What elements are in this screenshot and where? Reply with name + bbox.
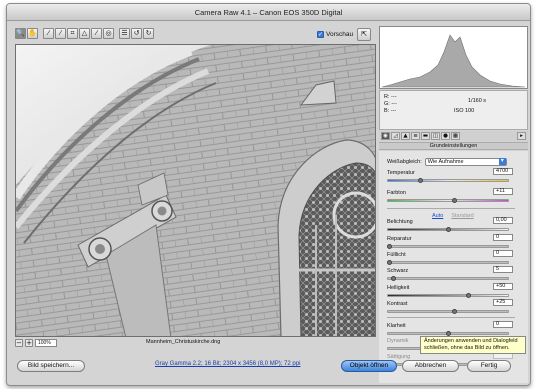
slider-label: Reparatur: [387, 236, 412, 242]
zoom-tool-icon[interactable]: 🔍: [15, 28, 26, 39]
slider-track[interactable]: [387, 294, 509, 297]
slider-value-field[interactable]: 5: [493, 266, 513, 273]
zoom-out-button[interactable]: −: [15, 339, 23, 347]
slider-track[interactable]: [387, 199, 509, 202]
slider-value-field[interactable]: 4700: [493, 168, 513, 175]
slider-label: Temperatur: [387, 170, 415, 176]
slider-label: Klarheit: [387, 323, 406, 329]
panel-tabs: ◉ ◿ ▲ ≡ ▬ ◫ ● ▦ ▸: [379, 131, 528, 141]
tab-detail-icon[interactable]: ▲: [401, 132, 410, 140]
histogram-graph: [380, 27, 527, 88]
done-button-tooltip: Änderungen anwenden und Dialogfeld schli…: [420, 336, 526, 354]
slider-track[interactable]: [387, 310, 509, 313]
red-readout: R: ---: [384, 94, 397, 100]
save-image-button[interactable]: Bild speichern...: [17, 360, 85, 372]
slider-thumb[interactable]: [452, 309, 458, 314]
church-facade-photo: [16, 45, 375, 336]
rotate-right-icon[interactable]: ↻: [143, 28, 154, 39]
slider-label: Fülllicht: [387, 252, 406, 258]
image-preview[interactable]: [15, 44, 376, 337]
white-balance-select[interactable]: Wie Aufnahme: [424, 158, 507, 166]
slider-label: Kontrast: [387, 301, 408, 307]
open-object-button[interactable]: Objekt öffnen: [341, 360, 397, 372]
histogram: [379, 26, 528, 89]
slider-value-field[interactable]: +25: [493, 299, 513, 306]
slider-track[interactable]: [387, 277, 509, 280]
blue-readout: B: ---: [384, 108, 397, 114]
cancel-button[interactable]: Abbrechen: [402, 360, 459, 372]
slider-value-field[interactable]: 0: [493, 234, 513, 241]
slider-thumb[interactable]: [452, 198, 458, 203]
red-eye-tool-icon[interactable]: ◎: [103, 28, 114, 39]
slider-thumb[interactable]: [417, 178, 423, 183]
shutter-speed: 1/160 s: [468, 98, 487, 104]
done-button[interactable]: Fertig: [467, 360, 511, 372]
tab-basic-icon[interactable]: ◉: [381, 132, 390, 140]
green-readout: G: ---: [384, 101, 397, 107]
rgb-readout: R: --- G: --- B: ---: [384, 94, 397, 115]
white-balance-row: Weißabgleich: Wie Aufnahme: [387, 158, 507, 166]
slider-value-field[interactable]: 0: [493, 250, 513, 257]
slider-label: Farbton: [387, 190, 406, 196]
slider-temperatur: Temperatur 4700: [385, 168, 513, 188]
slider-label: Schwarz: [387, 268, 409, 274]
iso-value: ISO 100: [454, 108, 475, 114]
tab-hsl-icon[interactable]: ≡: [411, 132, 420, 140]
white-balance-label: Weißabgleich:: [387, 159, 422, 165]
slider-label: Belichtung: [387, 219, 413, 225]
slider-value-field[interactable]: 0,00: [493, 217, 513, 224]
slider-value-field[interactable]: 0: [493, 321, 513, 328]
workflow-options-link[interactable]: Gray Gamma 2.2; 16 Bit; 2304 x 3456 (8,0…: [155, 361, 300, 367]
color-sampler-tool-icon[interactable]: ⁄: [55, 28, 66, 39]
divider: [387, 208, 515, 209]
slider-kontrast: Kontrast +25: [385, 299, 513, 319]
rotate-left-icon[interactable]: ↺: [131, 28, 142, 39]
preview-label: Vorschau: [326, 31, 354, 38]
camera-raw-window: Camera Raw 4.1 – Canon EOS 350D Digital …: [6, 3, 531, 386]
fullscreen-toggle-icon[interactable]: ⇱: [357, 28, 371, 41]
zoom-in-button[interactable]: +: [25, 339, 33, 347]
slider-value-field[interactable]: +11: [493, 188, 513, 195]
slider-thumb[interactable]: [465, 293, 471, 298]
exposure-info: 1/160 s ISO 100: [450, 96, 486, 116]
section-title: Grundeinstellungen: [379, 142, 528, 150]
slider-thumb[interactable]: [391, 276, 397, 281]
straighten-tool-icon[interactable]: △: [79, 28, 90, 39]
bottom-bar: Bild speichern... Gray Gamma 2.2; 16 Bit…: [7, 349, 530, 385]
slider-thumb[interactable]: [446, 227, 451, 232]
window-title: Camera Raw 4.1 – Canon EOS 350D Digital: [7, 4, 530, 21]
file-name: Mannheim_Christuskirche.dng: [146, 339, 221, 345]
tool-bar: 🔍 ✋ ⁄ ⁄ ⌗ △ ⁄ ◎ ☰ ↺ ↻: [15, 28, 154, 42]
slider-thumb[interactable]: [387, 260, 393, 265]
preferences-icon[interactable]: ☰: [119, 28, 130, 39]
slider-label: Helligkeit: [387, 285, 410, 291]
retouch-tool-icon[interactable]: ⁄: [91, 28, 102, 39]
zoom-level-select[interactable]: 100%: [35, 339, 57, 347]
slider-label: Dynamik: [387, 338, 409, 344]
checkbox-checked-icon: ✓: [317, 31, 324, 38]
slider-track[interactable]: [387, 261, 509, 264]
preview-checkbox[interactable]: ✓ Vorschau: [317, 31, 353, 38]
tab-presets-icon[interactable]: ▦: [451, 132, 460, 140]
tab-tone-curve-icon[interactable]: ◿: [391, 132, 400, 140]
canvas-status-bar: − + 100% Mannheim_Christuskirche.dng: [15, 338, 376, 348]
hand-tool-icon[interactable]: ✋: [27, 28, 38, 39]
tab-camera-calibration-icon[interactable]: ●: [441, 132, 450, 140]
panel-menu-icon[interactable]: ▸: [517, 132, 526, 140]
tab-lens-icon[interactable]: ◫: [431, 132, 440, 140]
slider-farbton: Farbton +11: [385, 188, 513, 208]
crop-tool-icon[interactable]: ⌗: [67, 28, 78, 39]
slider-thumb[interactable]: [387, 244, 393, 249]
slider-track[interactable]: [387, 245, 509, 248]
slider-track[interactable]: [387, 179, 509, 182]
image-info: R: --- G: --- B: --- 1/160 s ISO 100: [379, 90, 528, 130]
tab-split-toning-icon[interactable]: ▬: [421, 132, 430, 140]
white-balance-tool-icon[interactable]: ⁄: [43, 28, 54, 39]
slider-value-field[interactable]: +50: [493, 283, 513, 290]
